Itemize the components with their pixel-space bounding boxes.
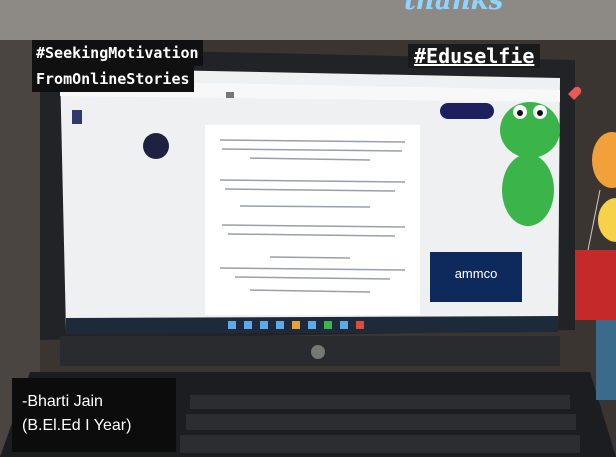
hashtag-left-line1: #SeekingMotivation <box>32 40 203 66</box>
taskbar-icons <box>228 321 364 329</box>
content-column <box>205 125 420 315</box>
thumbnail <box>72 110 82 124</box>
hashtag-left-line2: FromOnlineStories <box>32 66 194 92</box>
laptop-hinge <box>60 336 560 366</box>
credit-box: -Bharti Jain (B.El.Ed I Year) <box>12 378 176 452</box>
hp-logo <box>311 345 325 359</box>
hashtag-right: #Eduselfie <box>408 44 541 68</box>
keyboard-keys <box>180 395 580 453</box>
search-icon[interactable] <box>226 92 234 98</box>
write-button[interactable] <box>440 103 494 119</box>
credit-class: (B.El.Ed I Year) <box>22 417 132 434</box>
author-avatar[interactable] <box>143 133 169 159</box>
hashtag-left: #SeekingMotivation FromOnlineStories <box>32 40 203 92</box>
credit-name: -Bharti Jain <box>22 393 103 410</box>
top-script-text: thanks <box>404 0 504 16</box>
ad-brand-text: ammco <box>455 266 498 281</box>
wall-top <box>0 0 616 40</box>
snack-pack <box>575 250 616 320</box>
bottle <box>596 320 616 400</box>
